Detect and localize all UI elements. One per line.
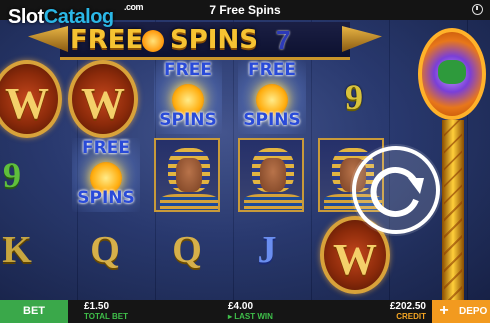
scatter-text-free: FREE: [248, 60, 296, 80]
bottom-bar: BET £1.50 TOTAL BET £4.00 ▸ LAST WIN £20…: [0, 300, 490, 323]
nine-symbol: 9: [3, 155, 21, 195]
clock-icon[interactable]: [472, 4, 483, 15]
pharaoh-face: [260, 158, 286, 192]
watermark-suffix: .com: [124, 2, 144, 12]
play-icon: ▸: [228, 312, 233, 321]
pharaoh-symbol: [238, 138, 304, 212]
j-symbol: J: [257, 229, 277, 271]
watermark-part1: Slot: [8, 6, 44, 28]
replay-icon: [352, 146, 440, 234]
pharaoh-collar: [160, 194, 218, 210]
credit-label: CREDIT: [396, 312, 426, 321]
scepter-staff: [442, 120, 464, 300]
nine-symbol: 9: [345, 77, 363, 117]
last-win-label-row: ▸ LAST WIN: [228, 312, 273, 322]
last-win: £4.00 ▸ LAST WIN: [228, 302, 273, 322]
w-wild-symbol: W: [0, 60, 62, 138]
k-symbol: K: [2, 229, 32, 271]
total-bet: £1.50 TOTAL BET: [84, 302, 128, 322]
watermark-part2: Catalog: [43, 6, 114, 28]
watermark-logo: SlotCatalog .com: [8, 2, 144, 29]
pharaoh-symbol: [154, 138, 220, 212]
banner-word-spins: SPINS: [170, 25, 258, 55]
w-wild-symbol: W: [68, 60, 138, 138]
scarab-icon: [438, 60, 466, 84]
q-symbol: Q: [90, 229, 120, 271]
spin-button[interactable]: [350, 144, 442, 236]
credit-value: £202.50: [389, 301, 426, 312]
scatter-text-spins: SPINS: [243, 110, 301, 130]
q-symbol: Q: [172, 229, 202, 271]
total-bet-value: £1.50: [84, 301, 110, 312]
scatter-text-free: FREE: [82, 138, 130, 158]
pharaoh-face: [176, 158, 202, 192]
deposit-button[interactable]: DEPO: [456, 300, 490, 323]
bet-button[interactable]: BET: [0, 300, 68, 323]
scatter-text-free: FREE: [164, 60, 212, 80]
free-spins-scatter-symbol: FREE SPINS: [238, 60, 306, 134]
banner-spin-count: 7: [276, 25, 291, 55]
free-spins-scatter-symbol: FREE SPINS: [154, 60, 222, 134]
last-win-value: £4.00: [228, 301, 254, 312]
deposit-plus-button[interactable]: +: [432, 300, 456, 323]
pharaoh-collar: [244, 194, 302, 210]
last-win-label: LAST WIN: [234, 312, 273, 321]
sun-icon: [142, 30, 164, 52]
free-spins-scatter-symbol: FREE SPINS: [72, 138, 140, 212]
symbol-label: W: [81, 79, 125, 128]
symbol-label: W: [333, 235, 377, 284]
scatter-text-spins: SPINS: [77, 188, 135, 208]
symbol-label: W: [5, 79, 49, 128]
total-bet-label: TOTAL BET: [84, 312, 128, 321]
banner-word-free: FREE: [70, 25, 144, 55]
credit: £202.50 CREDIT: [378, 302, 426, 322]
scatter-text-spins: SPINS: [159, 110, 217, 130]
